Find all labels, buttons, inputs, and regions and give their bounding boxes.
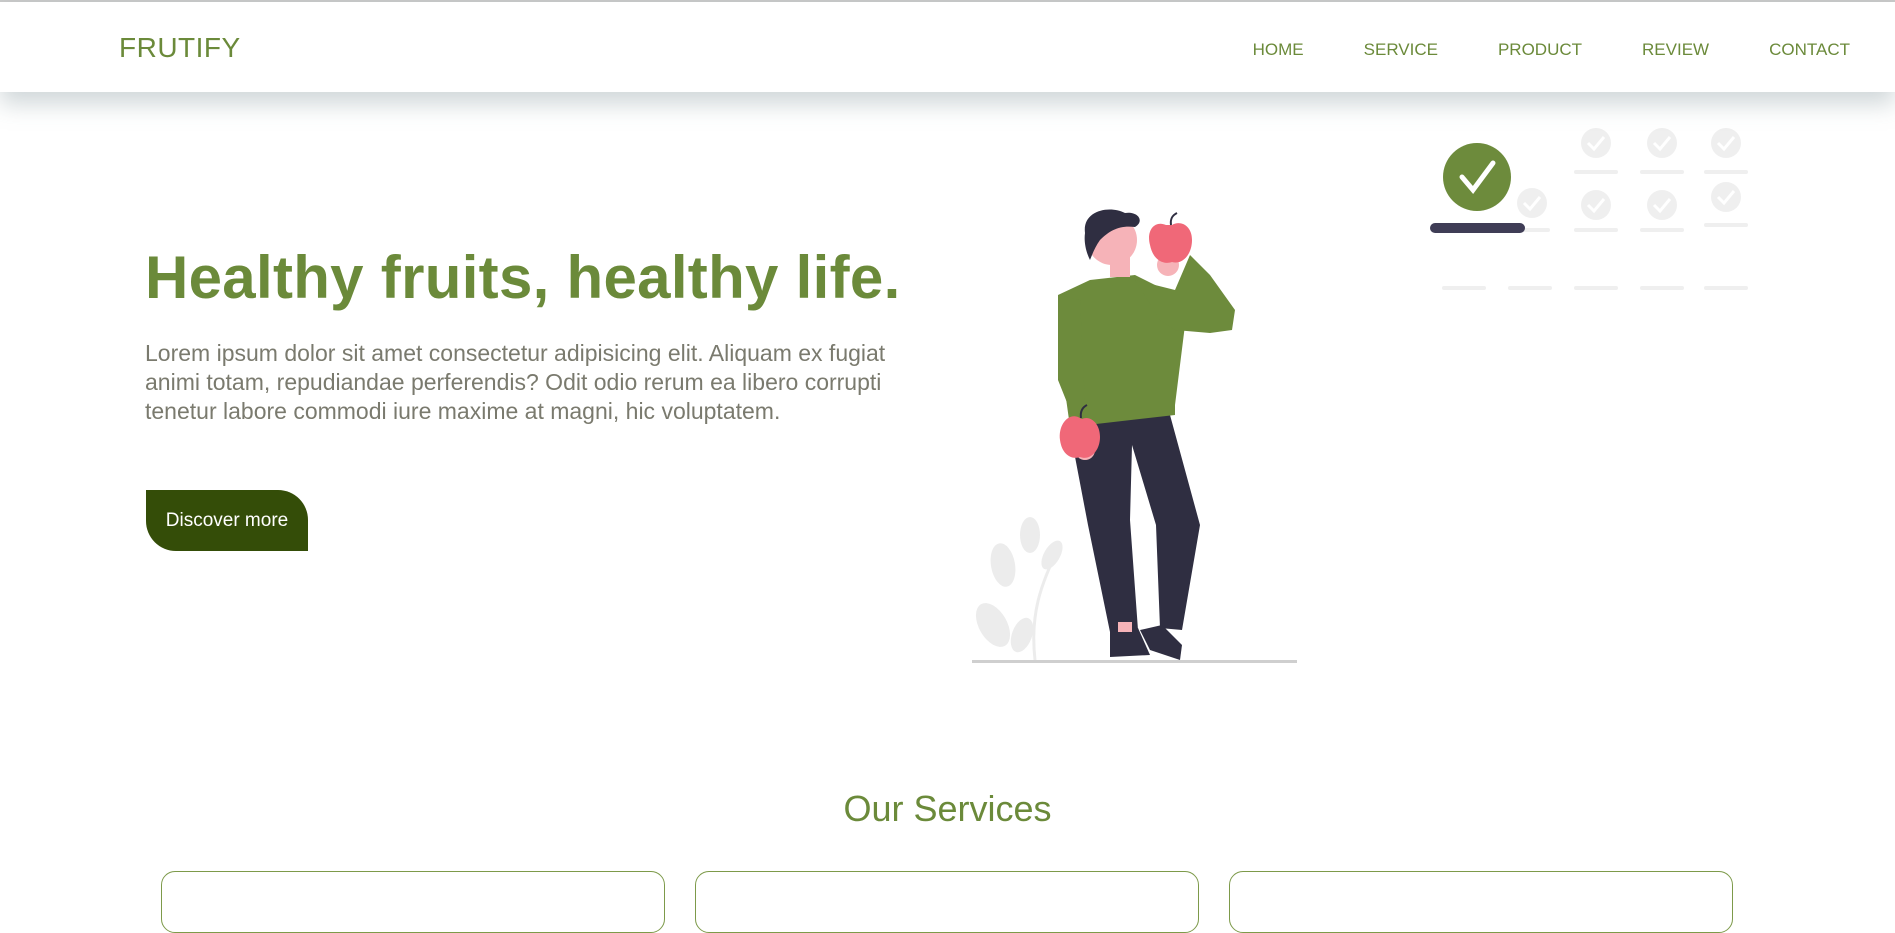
nav-service[interactable]: SERVICE (1364, 40, 1438, 60)
apple-top (1149, 223, 1192, 263)
brand-logo[interactable]: FRUTIFY (119, 32, 241, 64)
nav-contact[interactable]: CONTACT (1769, 40, 1850, 60)
hero-title: Healthy fruits, healthy life. (145, 244, 901, 311)
checklist-illustration (1430, 128, 1748, 290)
apple-bottom (1059, 416, 1100, 458)
navbar: FRUTIFY HOME SERVICE PRODUCT REVIEW CONT… (0, 2, 1895, 92)
discover-more-button[interactable]: Discover more (146, 490, 308, 551)
person-eating-fruit-illustration (972, 209, 1297, 663)
services-section-title: Our Services (843, 788, 1052, 829)
ground-line (972, 660, 1297, 663)
check-circle-icon (1443, 143, 1511, 211)
nav-product[interactable]: PRODUCT (1498, 40, 1582, 60)
nav-review[interactable]: REVIEW (1642, 40, 1709, 60)
nav-links: HOME SERVICE PRODUCT REVIEW CONTACT (1193, 40, 1850, 60)
nav-home[interactable]: HOME (1253, 40, 1304, 60)
service-card[interactable] (695, 871, 1199, 933)
plant-decoration (975, 517, 1063, 661)
service-card[interactable] (161, 871, 665, 933)
service-card[interactable] (1229, 871, 1733, 933)
hero-description: Lorem ipsum dolor sit amet consectetur a… (145, 340, 886, 424)
